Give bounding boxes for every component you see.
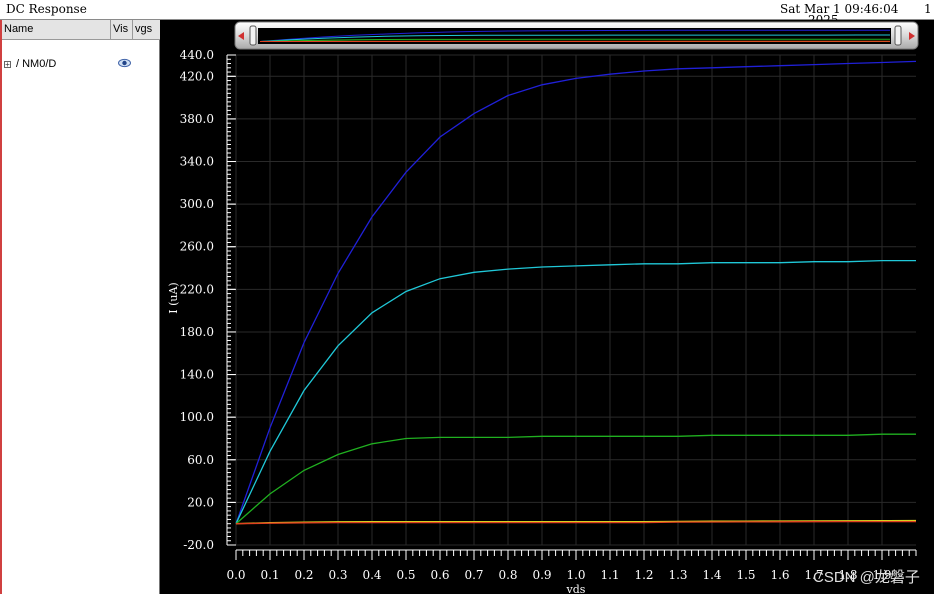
y-tick-label: 440.0 — [180, 48, 214, 62]
x-tick-label: 1.2 — [634, 568, 653, 582]
watermark: CSDN @龙磐子 — [813, 569, 920, 586]
x-tick-label: 1.1 — [600, 568, 619, 582]
y-tick-label: 100.0 — [180, 410, 214, 424]
y-tick-label: 340.0 — [180, 155, 214, 169]
y-tick-label: 140.0 — [180, 368, 214, 382]
x-tick-label: 0.9 — [532, 568, 551, 582]
y-tick-label: -20.0 — [183, 538, 214, 552]
y-axis-label: I (uA) — [167, 282, 180, 313]
x-tick-label: 1.5 — [736, 568, 755, 582]
y-tick-label: 20.0 — [187, 495, 214, 509]
chart: -20.0 20.0 60.0 100.0 140.0 180.0 220.0 260.0 30… — [167, 21, 919, 594]
y-tick-label: 380.0 — [180, 112, 214, 126]
x-tick-label: 0.3 — [328, 568, 347, 582]
x-tick-label: 1.3 — [668, 568, 687, 582]
x-tick-label: 0.4 — [362, 568, 381, 582]
x-tick-label: 0.0 — [226, 568, 245, 582]
scroll-left-handle[interactable] — [249, 25, 257, 46]
y-tick-label: 180.0 — [180, 325, 214, 339]
x-tick-label: 0.2 — [294, 568, 313, 582]
y-tick-label: 420.0 — [180, 69, 214, 83]
x-tick-label: 0.7 — [464, 568, 483, 582]
x-tick-label: 0.1 — [260, 568, 279, 582]
x-tick-label: 0.6 — [430, 568, 449, 582]
y-tick-label: 300.0 — [180, 197, 214, 211]
x-tick-label: 0.5 — [396, 568, 415, 582]
y-tick-label: 260.0 — [180, 240, 214, 254]
overview-scrollbar[interactable] — [234, 21, 919, 50]
x-axis-label: vds — [566, 583, 586, 594]
y-tick-label: 220.0 — [180, 282, 214, 296]
x-tick-label: 1.0 — [566, 568, 585, 582]
x-tick-label: 1.4 — [702, 568, 721, 582]
x-tick-label: 1.6 — [770, 568, 789, 582]
scroll-right-handle[interactable] — [894, 25, 902, 46]
x-tick-label: 0.8 — [498, 568, 517, 582]
y-tick-label: 60.0 — [187, 453, 214, 467]
